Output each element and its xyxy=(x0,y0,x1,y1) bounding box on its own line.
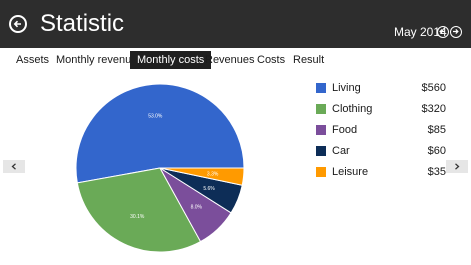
arrow-left-icon xyxy=(439,28,445,35)
legend-label: Living xyxy=(332,82,361,94)
legend-item-clothing: Clothing $320 xyxy=(316,102,446,118)
legend-label: Food xyxy=(332,124,358,136)
tab-bar: Assets Monthly revenue Monthly costs Rev… xyxy=(0,51,471,69)
legend-item-food: Food $85 xyxy=(316,123,446,139)
back-button[interactable] xyxy=(9,15,27,33)
pie-slice-label: 3.3% xyxy=(207,171,219,177)
legend-value: $85 xyxy=(427,124,446,136)
next-month-button[interactable] xyxy=(450,26,462,38)
arrow-left-icon xyxy=(13,20,21,28)
previous-page-button[interactable] xyxy=(3,160,25,173)
legend-item-car: Car $60 xyxy=(316,144,446,160)
tab-monthly-revenue[interactable]: Monthly revenue xyxy=(56,51,137,69)
tab-costs[interactable]: Costs xyxy=(257,51,285,69)
pie-chart: 53.0% 30.1% 8.0% 5.6% 3.3% xyxy=(75,83,245,253)
legend-swatch xyxy=(316,83,326,93)
pie-slice-label: 53.0% xyxy=(148,113,163,119)
legend-swatch xyxy=(316,167,326,177)
tab-monthly-costs[interactable]: Monthly costs xyxy=(130,51,212,69)
legend-value: $60 xyxy=(427,145,446,157)
tab-result[interactable]: Result xyxy=(293,51,324,69)
legend-label: Leisure xyxy=(332,166,369,178)
legend-label: Car xyxy=(332,145,350,157)
tab-assets[interactable]: Assets xyxy=(16,51,49,69)
legend-item-living: Living $560 xyxy=(316,81,446,97)
legend-item-leisure: Leisure $35 xyxy=(316,165,446,181)
pie-slice-label: 30.1% xyxy=(130,214,145,220)
chevron-right-icon xyxy=(455,163,460,170)
legend-swatch xyxy=(316,125,326,135)
legend-swatch xyxy=(316,104,326,114)
page-title: Statistic xyxy=(40,10,125,37)
next-page-button[interactable] xyxy=(446,160,468,173)
previous-month-button[interactable] xyxy=(437,26,449,38)
legend-value: $560 xyxy=(421,82,446,94)
legend-value: $35 xyxy=(427,166,446,178)
pie-slice-label: 5.6% xyxy=(203,186,215,192)
tab-revenues[interactable]: Revenues xyxy=(205,51,255,69)
title-bar: Statistic May 2014 xyxy=(0,0,471,48)
chevron-left-icon xyxy=(11,163,16,170)
legend-label: Clothing xyxy=(332,103,373,115)
legend-value: $320 xyxy=(421,103,446,115)
legend-swatch xyxy=(316,146,326,156)
pie-slice-label: 8.0% xyxy=(191,205,203,211)
arrow-right-icon xyxy=(453,28,459,35)
